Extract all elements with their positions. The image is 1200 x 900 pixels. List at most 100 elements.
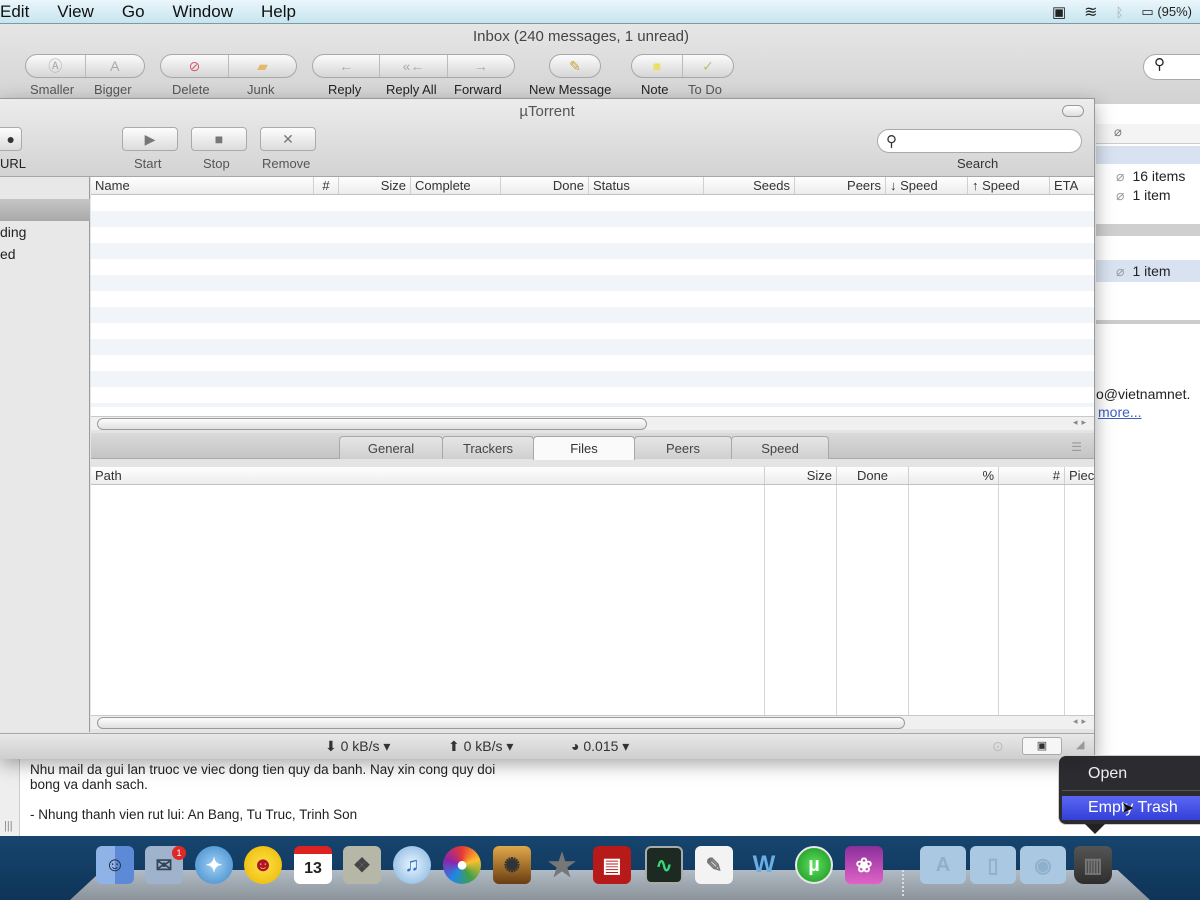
screen-record-icon[interactable]: ▣ <box>1052 3 1066 21</box>
play-icon: ▶ <box>144 130 156 147</box>
files-list-header: Path Size Done % # Piec <box>91 467 1094 485</box>
download-speed-control[interactable]: ⬇ 0 kB/s ▾ <box>325 738 390 755</box>
battery-status[interactable]: ▭ (95%) <box>1141 4 1192 20</box>
wifi-icon[interactable]: ≋ <box>1084 2 1097 22</box>
attachment-column-header[interactable]: ⌀ <box>1096 124 1200 144</box>
column-file-size[interactable]: Size <box>765 467 837 484</box>
todo-button[interactable]: ✓ <box>683 55 733 77</box>
torrent-list-scrollbar[interactable]: ◂▸ <box>91 416 1094 430</box>
menu-edit[interactable]: Edit <box>0 2 29 22</box>
message-row[interactable]: ⌀ 1 item <box>1096 260 1200 282</box>
smaller-font-button[interactable]: Ⓐ <box>26 55 86 77</box>
column-percent[interactable]: % <box>909 467 999 484</box>
utorrent-window: µTorrent ● URL ▶ Start ■ Stop ✕ Remove ⚲… <box>0 98 1095 759</box>
mail-search-field[interactable]: ⚲ <box>1143 54 1200 80</box>
tab-speed[interactable]: Speed <box>731 436 829 459</box>
column-path[interactable]: Path <box>91 467 765 484</box>
column-up-speed[interactable]: ↑ Speed <box>968 177 1050 194</box>
applications-folder-icon[interactable]: A <box>920 846 966 884</box>
torrent-search-field[interactable]: ⚲ <box>877 129 1082 153</box>
start-button[interactable]: ▶ <box>122 127 178 151</box>
mouse-cursor-icon: ➤ <box>1121 800 1135 817</box>
column-name[interactable]: Name <box>91 177 314 194</box>
column-down-speed[interactable]: ↓ Speed <box>886 177 968 194</box>
scroll-arrows-icon[interactable]: ◂▸ <box>1073 716 1090 727</box>
column-number[interactable]: # <box>314 177 339 194</box>
ratio-control[interactable]: ◕ 0.015 ▾ <box>571 738 629 755</box>
column-file-done[interactable]: Done <box>837 467 909 484</box>
message-row-selected[interactable] <box>1096 146 1200 164</box>
wunderlist-icon[interactable]: W <box>745 846 783 884</box>
upload-speed-control[interactable]: ⬆ 0 kB/s ▾ <box>448 738 513 755</box>
utorrent-app-icon[interactable]: µ <box>795 846 833 884</box>
reply-button[interactable]: ← <box>313 55 381 77</box>
more-link[interactable]: more... <box>1098 404 1142 420</box>
bigger-font-button[interactable]: A <box>86 55 145 77</box>
stop-button[interactable]: ■ <box>191 127 247 151</box>
menu-help[interactable]: Help <box>261 2 296 22</box>
column-status[interactable]: Status <box>589 177 704 194</box>
sidebar-item-completed[interactable]: ed <box>0 246 16 262</box>
message-row[interactable]: ⌀ 1 item <box>1096 187 1200 204</box>
tab-trackers[interactable]: Trackers <box>442 436 534 459</box>
search-icon: ⚲ <box>886 133 897 150</box>
column-pieces[interactable]: Piec <box>1065 467 1094 484</box>
files-list-scrollbar[interactable]: ◂▸ <box>91 715 1094 729</box>
imovie-icon[interactable]: ★ <box>543 846 581 884</box>
remove-button[interactable]: ✕ <box>260 127 316 151</box>
column-done[interactable]: Done <box>501 177 589 194</box>
new-message-button[interactable]: ✎ <box>549 54 601 78</box>
safari-icon[interactable]: ✦ <box>195 846 233 884</box>
scrollbar-thumb[interactable] <box>97 717 905 729</box>
menu-window[interactable]: Window <box>173 2 233 22</box>
menu-item-open[interactable]: Open <box>1062 762 1200 786</box>
resize-grip-icon[interactable]: ◢ <box>1076 738 1084 751</box>
trash-icon[interactable]: ▥ <box>1074 846 1112 884</box>
scroll-arrows-icon[interactable]: ◂▸ <box>1073 417 1090 428</box>
delete-label: Delete <box>172 82 210 97</box>
tab-files[interactable]: Files <box>533 436 635 460</box>
picasa-icon[interactable]: ● <box>443 846 481 884</box>
note-button[interactable]: ■ <box>632 55 683 77</box>
delete-button[interactable]: ⊘ <box>161 55 229 77</box>
sidebar-item-downloading[interactable]: ding <box>0 224 26 240</box>
menu-view[interactable]: View <box>57 2 94 22</box>
documents-folder-icon[interactable]: ▯ <box>970 846 1016 884</box>
column-size[interactable]: Size <box>339 177 411 194</box>
ical-icon[interactable]: 13 <box>294 846 332 884</box>
toggle-details-button[interactable]: ▣ <box>1022 737 1062 755</box>
tab-general[interactable]: General <box>339 436 443 459</box>
toolbar-toggle-button[interactable] <box>1062 105 1084 117</box>
reply-all-button[interactable]: «← <box>380 55 448 77</box>
column-peers[interactable]: Peers <box>795 177 886 194</box>
photo-booth-icon[interactable]: ▤ <box>593 846 631 884</box>
column-file-number[interactable]: # <box>999 467 1065 484</box>
sidebar-item-selected[interactable] <box>0 199 90 221</box>
column-eta[interactable]: ETA <box>1050 177 1094 194</box>
preview-icon[interactable]: ❖ <box>343 846 381 884</box>
font-size-group: Ⓐ A <box>25 54 145 78</box>
download-speed: 0 kB/s <box>340 738 380 754</box>
yahoo-messenger-icon[interactable]: ☻ <box>244 846 282 884</box>
column-seeds[interactable]: Seeds <box>704 177 795 194</box>
pane-splitter[interactable] <box>1096 320 1200 324</box>
finder-icon[interactable]: ☺ <box>96 846 134 884</box>
quicktime-icon[interactable]: ❀ <box>845 846 883 884</box>
textedit-icon[interactable]: ✎ <box>695 846 733 884</box>
iphoto-icon[interactable]: ✺ <box>493 846 531 884</box>
activity-monitor-icon[interactable]: ∿ <box>645 846 683 884</box>
column-complete[interactable]: Complete <box>411 177 501 194</box>
itunes-icon[interactable]: ♫ <box>393 846 431 884</box>
scrollbar-thumb[interactable] <box>97 418 647 430</box>
message-row[interactable]: ⌀ 16 items <box>1096 168 1200 185</box>
downloads-folder-icon[interactable]: ◉ <box>1020 846 1066 884</box>
resize-grip-icon[interactable]: ||| <box>4 820 13 832</box>
utorrent-title: µTorrent <box>519 103 575 120</box>
tab-peers[interactable]: Peers <box>634 436 732 459</box>
add-url-button[interactable]: ● <box>0 127 22 151</box>
bluetooth-icon[interactable]: ᛒ <box>1116 5 1124 20</box>
junk-button[interactable]: ▰ <box>229 55 296 77</box>
forward-button[interactable]: → <box>448 55 514 77</box>
menu-go[interactable]: Go <box>122 2 145 22</box>
tabs-menu-icon[interactable]: ☰ <box>1071 440 1082 454</box>
